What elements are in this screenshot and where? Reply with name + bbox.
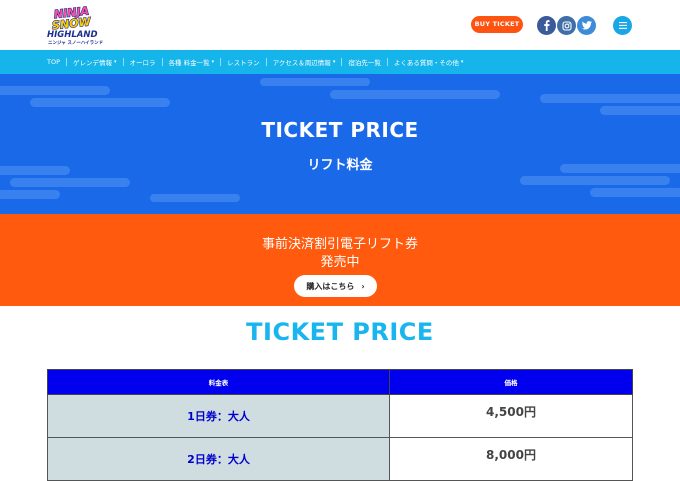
ticket-type-cell: 2日券：大人 (47, 437, 390, 481)
menu-icon[interactable] (613, 16, 632, 35)
nav-label: TOP (47, 58, 61, 66)
promo-banner: 事前決済割引電子リフト券 発売中 購入はこちら › (0, 214, 680, 306)
table-header-cell: 価格 (389, 369, 633, 395)
nav-divider (341, 58, 343, 66)
nav-divider (265, 58, 267, 66)
nav-divider (161, 58, 163, 66)
promo-subline: 発売中 (320, 255, 360, 270)
chevron-down-icon: ▾ (114, 59, 117, 65)
nav-item-prices[interactable]: 各種 料金一覧 ▾ (169, 57, 215, 67)
nav-label: ゲレンデ情報 (73, 59, 113, 67)
chevron-down-icon: ▾ (332, 59, 336, 65)
section-title: TICKET PRICE (246, 318, 434, 346)
table-row: 2日券：大人 8,000円 (47, 437, 633, 481)
hero-title: TICKET PRICE (261, 118, 419, 142)
main-nav: TOP ゲレンデ情報 ▾ オーロラ 各種 料金一覧 ▾ レストラン アクセス＆周辺情… (0, 50, 680, 74)
svg-text:ニンジャ スノーハイランド: ニンジャ スノーハイランド (48, 40, 104, 46)
buy-ticket-button[interactable]: BUY TICKET (471, 16, 523, 33)
table-header-cell: 料金表 (47, 369, 390, 395)
twitter-icon[interactable] (577, 16, 596, 35)
nav-item-lodging[interactable]: 宿泊先一覧 (348, 57, 381, 67)
instagram-icon[interactable] (557, 16, 576, 35)
nav-divider (122, 58, 124, 66)
nav-item-top[interactable]: TOP (47, 58, 60, 66)
svg-text:HIGHLAND: HIGHLAND (47, 30, 98, 40)
nav-label: アクセス＆周辺情報 (272, 59, 331, 67)
ticket-price-cell: 4,500円 (389, 394, 633, 438)
cloud-pattern-decoration (0, 78, 680, 202)
promo-headline: 事前決済割引電子リフト券 (261, 237, 418, 252)
nav-divider (66, 58, 68, 66)
purchase-button-label: 購入はこちら (306, 281, 355, 291)
site-header: NINJA SNOW HIGHLAND ニンジャ スノーハイランド BUY TI… (0, 0, 680, 50)
chevron-right-icon: › (361, 281, 365, 291)
chevron-down-icon: ▾ (460, 59, 464, 65)
ticket-type-cell: 1日券：大人 (47, 394, 390, 438)
hero-subtitle: リフト料金 (307, 158, 373, 173)
table-row: 1日券：大人 4,500円 (47, 394, 633, 438)
table-header-row: 料金表 価格 (47, 369, 633, 395)
nav-label: 宿泊先一覧 (348, 59, 381, 67)
ninja-snow-highland-logo[interactable]: NINJA SNOW HIGHLAND ニンジャ スノーハイランド (44, 4, 118, 46)
nav-divider (220, 58, 222, 66)
nav-divider (386, 58, 388, 66)
nav-label: オーロラ (129, 59, 156, 67)
chevron-down-icon: ▾ (211, 59, 215, 65)
nav-label: 各種 料金一覧 (168, 59, 210, 67)
nav-label: よくある質問・その他 (393, 59, 459, 67)
nav-item-aurora[interactable]: オーロラ (130, 57, 156, 67)
hero-banner: TICKET PRICE リフト料金 (0, 74, 680, 214)
nav-item-access[interactable]: アクセス＆周辺情報 ▾ (273, 57, 336, 67)
nav-item-restaurant[interactable]: レストラン (227, 57, 260, 67)
nav-label: レストラン (227, 59, 260, 67)
nav-item-faq[interactable]: よくある質問・その他 ▾ (394, 57, 464, 67)
purchase-button[interactable]: 購入はこちら › (294, 275, 377, 297)
nav-item-slope-info[interactable]: ゲレンデ情報 ▾ (73, 57, 117, 67)
ticket-price-cell: 8,000円 (389, 437, 633, 481)
price-table: 料金表 価格 1日券：大人 4,500円 2日券：大人 8,000円 (47, 369, 633, 481)
facebook-icon[interactable] (537, 16, 556, 35)
